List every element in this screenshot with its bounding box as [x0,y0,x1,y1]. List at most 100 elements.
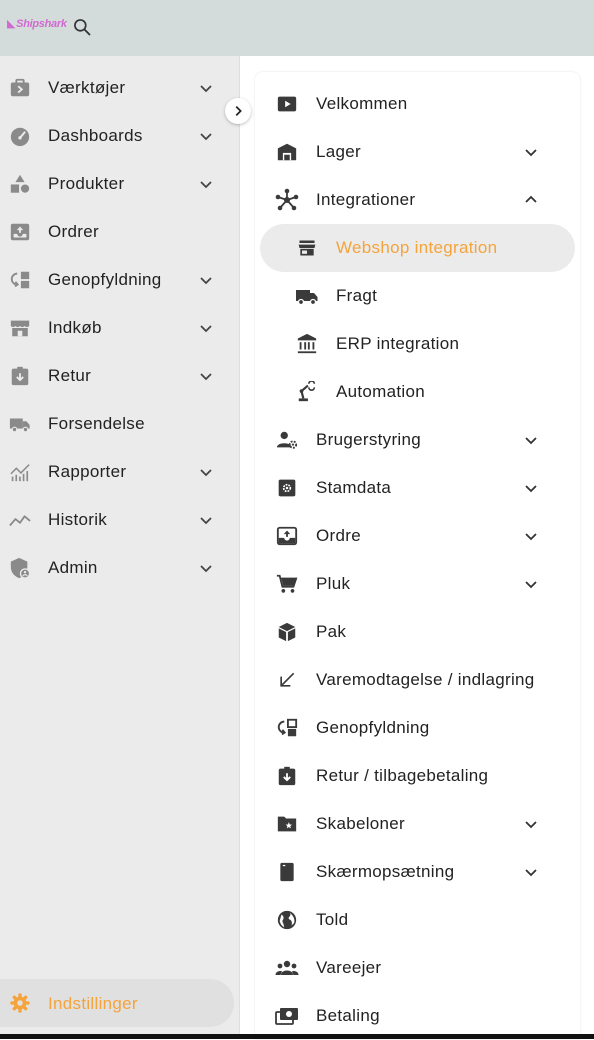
menu-item-label: Pluk [316,574,351,593]
menu-item-label: Skabeloner [316,814,406,833]
menu-item-stamdata[interactable]: Stamdata [255,464,580,512]
speedometer-icon [8,124,32,148]
sidebar-item-label: Admin [48,558,98,577]
globe-icon [275,908,299,932]
chevron-down-icon[interactable] [196,174,216,194]
chevron-down-icon[interactable] [521,478,541,498]
sidebar-item-label: Retur [48,366,92,385]
chart-bars-icon [8,460,32,484]
sidebar-item-admin[interactable]: Admin [0,544,239,592]
replenish-icon [275,716,299,740]
chevron-down-icon[interactable] [196,318,216,338]
sidebar-item-produkter[interactable]: Produkter [0,160,239,208]
sidebar-item-ordrer[interactable]: Ordrer [0,208,239,256]
logo-text: Shipshark [16,18,67,30]
sidebar-item-vaerktojer[interactable]: Værktøjer [0,64,239,112]
return-box-icon [8,364,32,388]
chevron-down-icon[interactable] [521,574,541,594]
sidebar-item-rapporter[interactable]: Rapporter [0,448,239,496]
tools-icon [8,76,32,100]
menu-item-label: ERP integration [336,334,460,353]
menu-item-genopfyldning[interactable]: Genopfyldning [255,704,580,752]
store-icon [295,236,319,260]
bank-icon [295,332,319,356]
chevron-down-icon[interactable] [196,462,216,482]
menu-item-label: Told [316,910,349,929]
sidebar-item-label: Forsendelse [48,414,145,433]
settings-menu-panel: Velkommen Lager Integrationer Webshop in… [255,72,580,1039]
search-icon [74,19,91,36]
menu-item-ordre[interactable]: Ordre [255,512,580,560]
chevron-down-icon[interactable] [521,814,541,834]
chevron-down-icon[interactable] [521,526,541,546]
menu-item-skaermopsaetning[interactable]: Skærmopsætning [255,848,580,896]
return-box-icon [275,764,299,788]
chevron-down-icon[interactable] [196,366,216,386]
user-settings-icon [275,428,299,452]
storefront-icon [8,316,32,340]
menu-item-fragt[interactable]: Fragt [255,272,580,320]
sidebar-item-dashboards[interactable]: Dashboards [0,112,239,160]
robot-arm-icon [295,380,319,404]
chevron-up-icon[interactable] [521,190,541,210]
menu-item-erp-integration[interactable]: ERP integration [255,320,580,368]
menu-item-label: Pak [316,622,347,641]
menu-item-retur-tilbagebetaling[interactable]: Retur / tilbagebetaling [255,752,580,800]
sidebar-item-label: Genopfyldning [48,270,162,289]
replenish-icon [8,268,32,292]
chevron-down-icon[interactable] [196,558,216,578]
sidebar-item-indstillinger[interactable]: Indstillinger [0,979,234,1027]
menu-item-automation[interactable]: Automation [255,368,580,416]
chevron-down-icon[interactable] [196,126,216,146]
bottom-edge [0,1034,594,1039]
menu-item-label: Genopfyldning [316,718,430,737]
menu-item-label: Retur / tilbagebetaling [316,766,489,785]
menu-item-skabeloner[interactable]: Skabeloner [255,800,580,848]
inbox-upload-icon [8,220,32,244]
menu-item-vareejer[interactable]: Vareejer [255,944,580,992]
menu-item-label: Betaling [316,1006,380,1025]
settings-box-icon [275,476,299,500]
shipshark-logo[interactable]: ◣Shipshark [7,17,67,30]
sidebar-item-historik[interactable]: Historik [0,496,239,544]
menu-item-pluk[interactable]: Pluk [255,560,580,608]
payments-icon [275,1004,299,1028]
menu-item-label: Varemodtagelse / indlagring [316,670,535,689]
menu-item-label: Stamdata [316,478,392,497]
chevron-down-icon[interactable] [521,862,541,882]
sidebar-item-forsendelse[interactable]: Forsendelse [0,400,239,448]
menu-item-varemodtagelse[interactable]: Varemodtagelse / indlagring [255,656,580,704]
chevron-down-icon[interactable] [196,78,216,98]
menu-item-integrationer[interactable]: Integrationer [255,176,580,224]
menu-item-label: Automation [336,382,425,401]
menu-item-velkommen[interactable]: Velkommen [255,80,580,128]
menu-item-betaling[interactable]: Betaling [255,992,580,1040]
shapes-icon [8,172,32,196]
menu-item-label: Skærmopsætning [316,862,455,881]
group-icon [275,956,299,980]
search-button[interactable] [70,15,94,39]
trend-line-icon [8,508,32,532]
sidebar-item-retur[interactable]: Retur [0,352,239,400]
menu-item-lager[interactable]: Lager [255,128,580,176]
menu-item-label: Velkommen [316,94,408,113]
top-bar: ◣Shipshark [0,0,594,56]
chevron-right-icon [235,106,242,116]
package-icon [275,620,299,644]
menu-item-webshop-integration[interactable]: Webshop integration [260,224,575,272]
menu-item-label: Webshop integration [336,238,498,257]
chevron-down-icon[interactable] [521,430,541,450]
chevron-down-icon[interactable] [521,142,541,162]
menu-item-told[interactable]: Told [255,896,580,944]
menu-item-pak[interactable]: Pak [255,608,580,656]
sidebar-collapse-button[interactable] [225,98,251,124]
menu-item-brugerstyring[interactable]: Brugerstyring [255,416,580,464]
sidebar-item-genopfyldning[interactable]: Genopfyldning [0,256,239,304]
sidebar-item-indkob[interactable]: Indkøb [0,304,239,352]
chevron-down-icon[interactable] [196,270,216,290]
chevron-down-icon[interactable] [196,510,216,530]
sidebar-item-label: Historik [48,510,108,529]
truck-icon [295,284,319,308]
play-icon [275,92,299,116]
admin-shield-icon [8,556,32,580]
